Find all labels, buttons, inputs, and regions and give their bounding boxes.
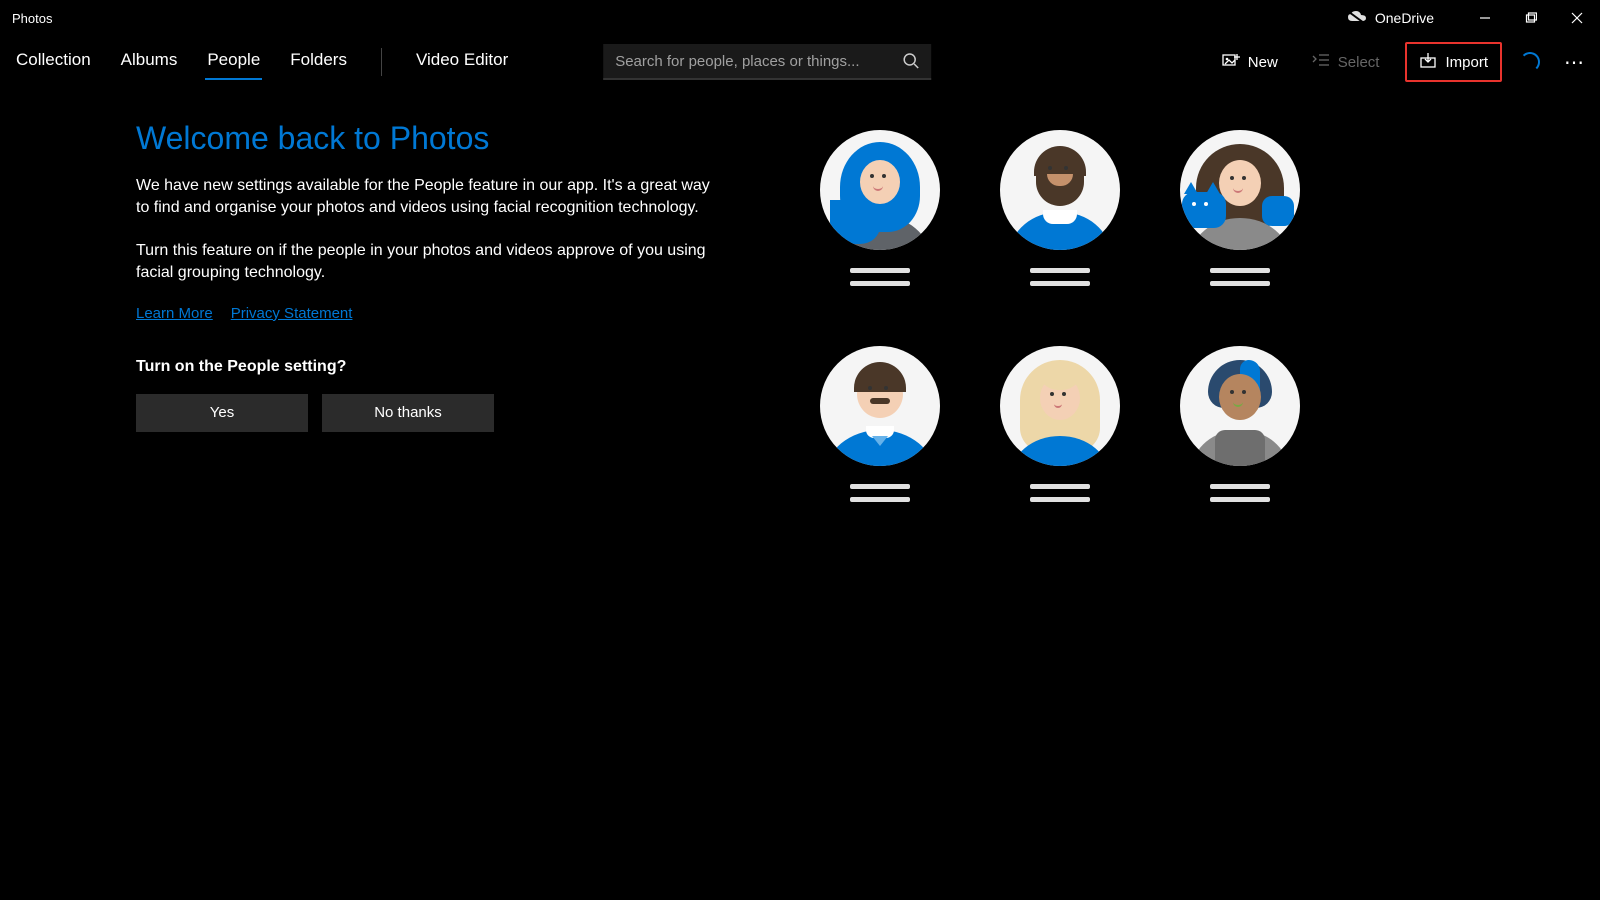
avatar-placeholder-lines <box>1030 484 1090 502</box>
prompt-buttons: Yes No thanks <box>136 394 736 432</box>
avatar-placeholder-lines <box>1210 484 1270 502</box>
no-thanks-button[interactable]: No thanks <box>322 394 494 432</box>
tab-folders[interactable]: Folders <box>288 44 349 80</box>
search-box[interactable] <box>603 44 931 80</box>
minimize-button[interactable] <box>1462 0 1508 36</box>
tab-people[interactable]: People <box>205 44 262 80</box>
avatar-illustration <box>1000 346 1120 466</box>
welcome-title: Welcome back to Photos <box>136 120 736 157</box>
learn-more-link[interactable]: Learn More <box>136 305 213 322</box>
select-label: Select <box>1338 54 1380 71</box>
avatar-illustration <box>820 130 940 250</box>
avatar-illustration <box>1000 130 1120 250</box>
toolbar-right: New Select Import ⋯ <box>1214 36 1592 88</box>
avatar-illustration <box>1180 346 1300 466</box>
onedrive-label: OneDrive <box>1375 10 1434 26</box>
avatar-placeholder-lines <box>850 484 910 502</box>
toolbar: Collection Albums People Folders Video E… <box>0 36 1600 88</box>
select-icon <box>1312 53 1330 71</box>
maximize-button[interactable] <box>1508 0 1554 36</box>
import-button[interactable]: Import <box>1405 42 1502 82</box>
search-icon[interactable] <box>891 52 931 70</box>
search-input[interactable] <box>603 53 891 70</box>
select-button: Select <box>1304 47 1388 77</box>
tab-albums[interactable]: Albums <box>119 44 180 80</box>
avatar-placeholder-lines <box>1210 268 1270 286</box>
nav-divider <box>381 48 382 76</box>
loading-spinner-icon <box>1520 52 1540 72</box>
cloud-off-icon <box>1347 10 1367 27</box>
avatar-cell <box>790 130 970 346</box>
titlebar: Photos OneDrive <box>0 0 1600 36</box>
people-avatars-grid <box>790 130 1330 562</box>
new-label: New <box>1248 54 1278 71</box>
app-title: Photos <box>12 11 52 26</box>
import-label: Import <box>1445 54 1488 71</box>
new-button[interactable]: New <box>1214 46 1286 78</box>
avatar-illustration <box>820 346 940 466</box>
avatar-cell <box>790 346 970 562</box>
titlebar-buttons: OneDrive <box>1347 0 1600 36</box>
import-icon <box>1419 52 1437 72</box>
avatar-cell <box>970 130 1150 346</box>
welcome-text-2: Turn this feature on if the people in yo… <box>136 240 711 285</box>
avatar-illustration <box>1180 130 1300 250</box>
tab-collection[interactable]: Collection <box>14 44 93 80</box>
welcome-text-1: We have new settings available for the P… <box>136 175 711 220</box>
people-setting-prompt: Turn on the People setting? <box>136 358 736 376</box>
avatar-placeholder-lines <box>1030 268 1090 286</box>
nav-tabs: Collection Albums People Folders Video E… <box>14 44 510 80</box>
close-button[interactable] <box>1554 0 1600 36</box>
avatar-placeholder-lines <box>850 268 910 286</box>
onedrive-status[interactable]: OneDrive <box>1347 10 1434 27</box>
welcome-panel: Welcome back to Photos We have new setti… <box>136 120 736 432</box>
yes-button[interactable]: Yes <box>136 394 308 432</box>
avatar-cell <box>1150 346 1330 562</box>
tab-video-editor[interactable]: Video Editor <box>414 44 510 80</box>
new-icon <box>1222 52 1240 72</box>
welcome-links: Learn More Privacy Statement <box>136 305 736 322</box>
more-button[interactable]: ⋯ <box>1558 50 1592 75</box>
avatar-cell <box>1150 130 1330 346</box>
privacy-statement-link[interactable]: Privacy Statement <box>231 305 353 322</box>
avatar-cell <box>970 346 1150 562</box>
